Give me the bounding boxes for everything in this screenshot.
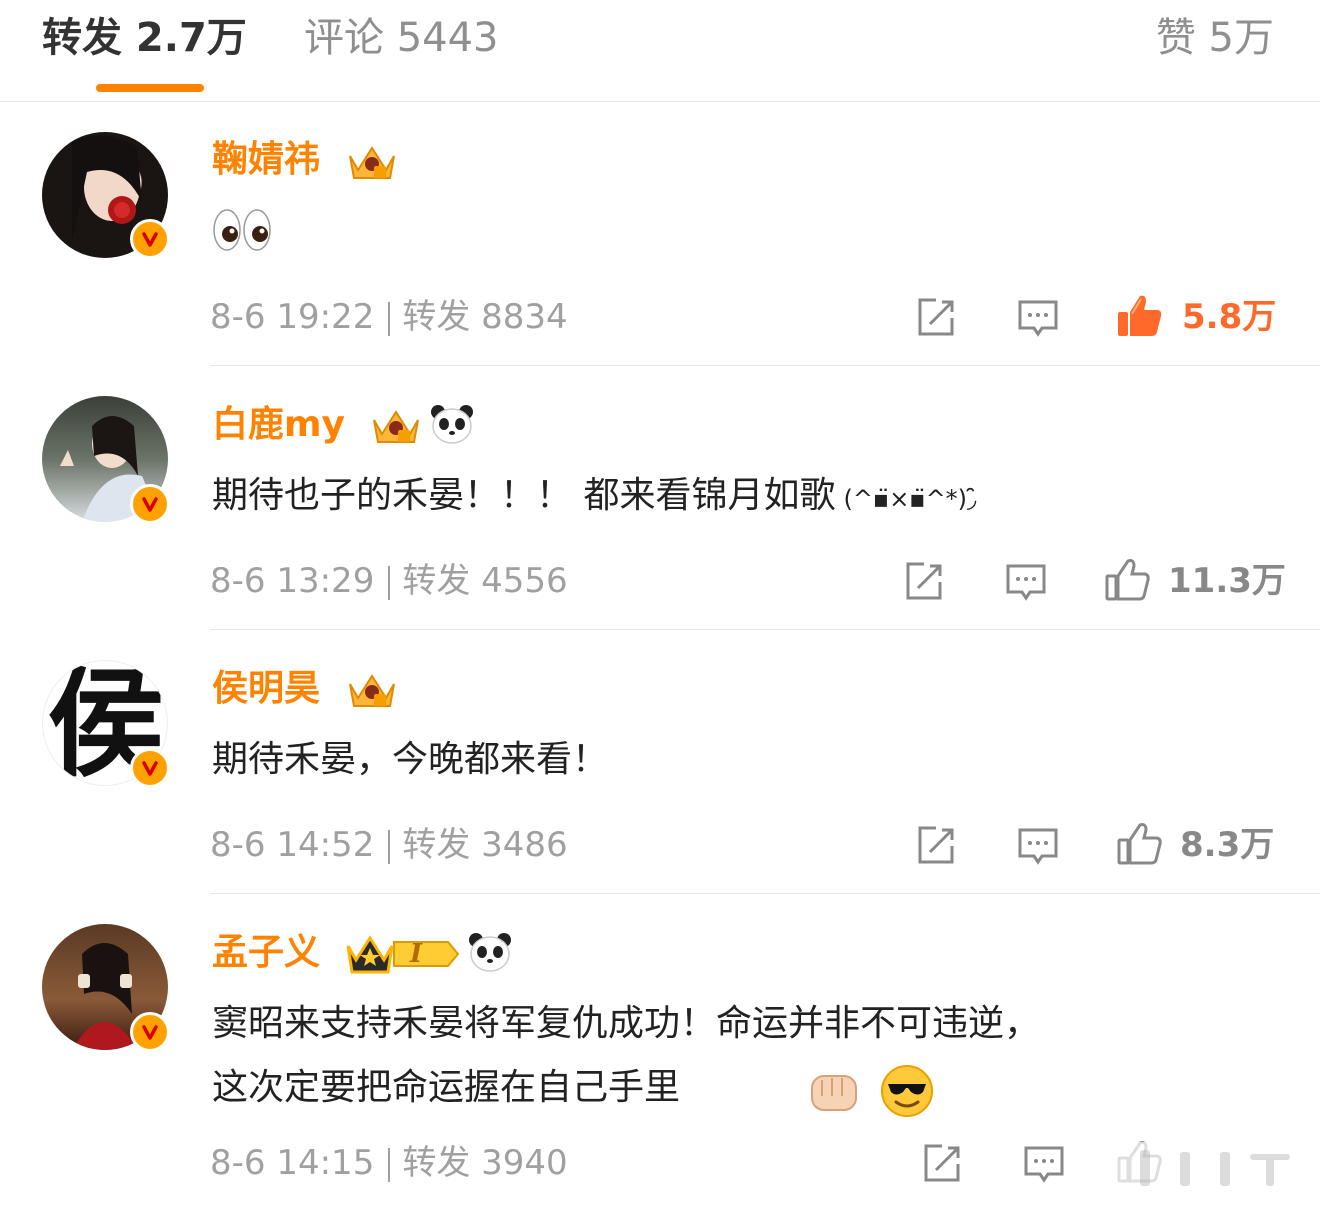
sunglasses-face-icon	[881, 1065, 933, 1117]
share-icon[interactable]	[920, 1142, 964, 1186]
panda-icon	[431, 405, 473, 444]
active-tab-indicator	[96, 84, 204, 92]
share-icon[interactable]	[914, 824, 958, 868]
crown-level: I	[410, 939, 423, 969]
username[interactable]: 白鹿my	[212, 401, 345, 449]
comment-text-line2: 这次定要把命运握在自己手里	[212, 1062, 680, 1114]
repost-count[interactable]: 转发 8834	[402, 297, 567, 337]
verified-badge-icon	[130, 748, 170, 788]
comment-icon[interactable]	[1016, 296, 1060, 340]
comment-text-body: 期待也子的禾晏！！！ 都来看锦月如歌	[212, 475, 836, 516]
verified-badge-icon	[130, 484, 170, 524]
eyes-icon	[212, 208, 272, 256]
like-count: 11.3万	[1168, 561, 1286, 601]
repost-count[interactable]: 转发 3486	[402, 825, 567, 865]
share-icon[interactable]	[914, 296, 958, 340]
meta-divider	[388, 829, 391, 864]
comment-meta: 8-6 14:15 转发 3940	[210, 1140, 568, 1186]
watermark-icon	[1110, 1142, 1310, 1192]
meta-divider	[388, 301, 391, 336]
comment-time: 8-6 14:15	[210, 1143, 375, 1183]
fist-icon	[811, 1075, 857, 1111]
comment-meta: 8-6 19:22 转发 8834	[210, 294, 568, 340]
verified-badge-icon	[130, 1012, 170, 1052]
comment-time: 8-6 14:52	[210, 825, 375, 865]
comment-meta: 8-6 13:29 转发 4556	[210, 558, 568, 604]
divider	[210, 893, 1320, 894]
tab-repost[interactable]: 转发 2.7万	[42, 10, 247, 66]
comment-icon[interactable]	[1004, 560, 1048, 604]
comment-text-line1: 窦昭来支持禾晏将军复仇成功！命运并非不可违逆，	[212, 1003, 1041, 1044]
meta-divider	[388, 1147, 391, 1182]
comment-icon[interactable]	[1022, 1142, 1066, 1186]
crown-level-icon	[346, 935, 460, 974]
comment-time: 8-6 13:29	[210, 561, 375, 601]
panda-icon	[469, 933, 511, 972]
repost-count[interactable]: 转发 3940	[402, 1143, 567, 1183]
tab-comment[interactable]: 评论 5443	[304, 10, 499, 66]
crown-icon	[373, 410, 419, 443]
divider	[210, 365, 1320, 366]
repost-count[interactable]: 转发 4556	[402, 561, 567, 601]
like-count: 5.8万	[1182, 297, 1277, 337]
comment-meta: 8-6 14:52 转发 3486	[210, 822, 568, 868]
username[interactable]: 侯明昊	[212, 665, 320, 713]
tab-like[interactable]: 赞 5万	[1156, 10, 1274, 66]
divider	[210, 629, 1320, 630]
like-icon[interactable]	[1116, 820, 1164, 868]
comment-text: 期待禾晏，今晚都来看！	[212, 739, 609, 780]
crown-icon	[349, 674, 395, 707]
comment-icon[interactable]	[1016, 824, 1060, 868]
meta-divider	[388, 565, 391, 600]
like-count: 8.3万	[1180, 825, 1275, 865]
comment-text-line2-body: 这次定要把命运握在自己手里	[212, 1067, 681, 1108]
verified-badge-icon	[130, 219, 170, 259]
crown-icon	[349, 146, 395, 179]
username[interactable]: 鞠婧祎	[212, 136, 320, 184]
comment-text: 期待也子的禾晏！！！ 都来看锦月如歌 (^▪̈×▪̈^*)◞̑̑	[212, 470, 976, 525]
comment-time: 8-6 19:22	[210, 297, 375, 337]
username[interactable]: 孟子义	[212, 929, 320, 977]
tab-bar: 转发 2.7万 评论 5443 赞 5万	[0, 0, 1320, 102]
share-icon[interactable]	[902, 560, 946, 604]
kaomoji: (^▪̈×▪̈^*)◞̑̑	[843, 485, 977, 513]
like-icon[interactable]	[1104, 556, 1152, 604]
like-icon[interactable]	[1116, 292, 1164, 340]
